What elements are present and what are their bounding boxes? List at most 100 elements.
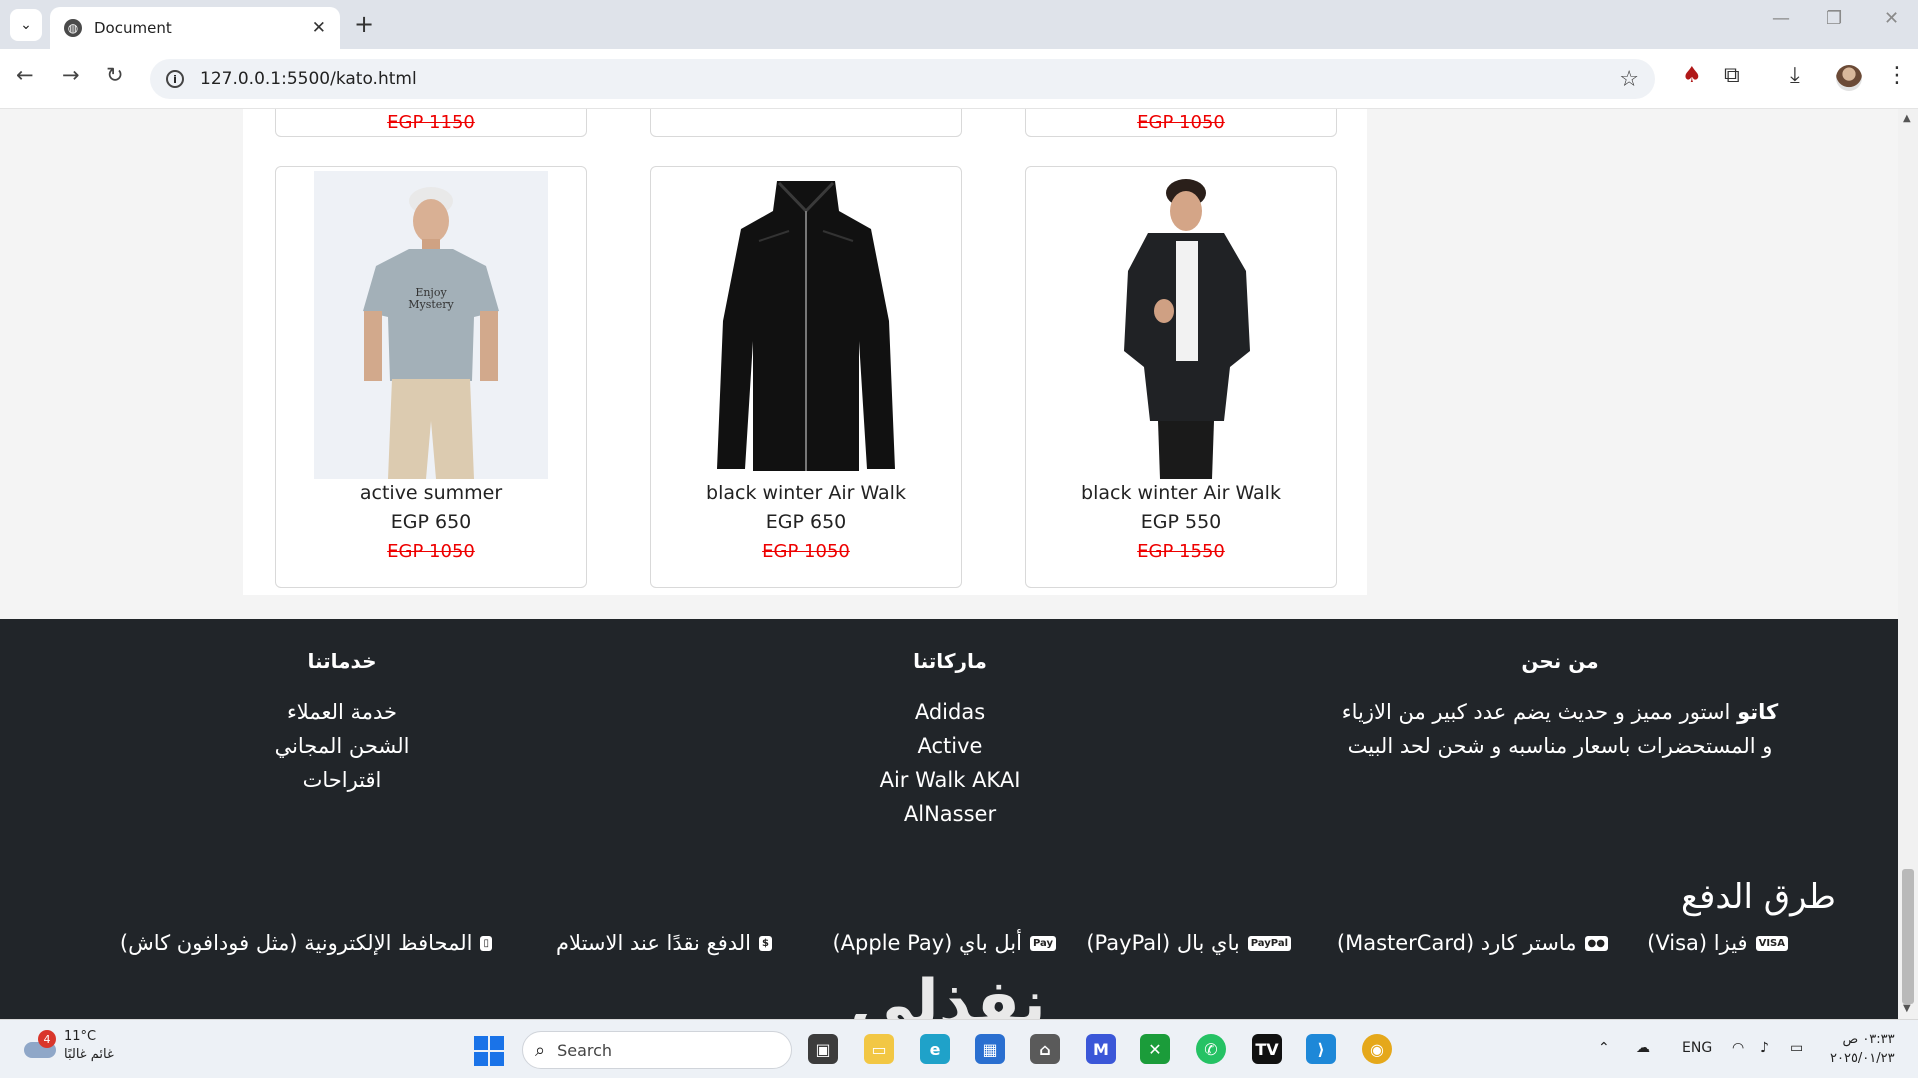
scrollbar-thumb[interactable] [1902, 869, 1914, 1004]
mobile-wallet-icon: ▯ [480, 935, 492, 951]
product-name: active summer [359, 482, 503, 504]
restore-button[interactable]: ❐ [1826, 8, 1842, 29]
bookmark-star-icon[interactable]: ☆ [1619, 67, 1639, 92]
product-card[interactable]: EGP 1050 [1025, 109, 1337, 137]
menu-kebab-icon[interactable]: ⋮ [1886, 63, 1908, 88]
tab-title: Document [94, 19, 172, 37]
download-icon[interactable]: ⤓ [1790, 63, 1800, 88]
product-old-price: EGP 1050 [762, 541, 850, 562]
back-button[interactable]: ← [16, 63, 34, 87]
footer-services: خدماتنا خدمة العملاء الشحن المجاني اقترا… [192, 649, 492, 797]
globe-icon: ◍ [64, 19, 82, 37]
footer-about-line-2: و المستحضرات باسعار مناسبه و شحن لحد الب… [1347, 734, 1773, 758]
close-icon[interactable]: ✕ [312, 18, 326, 38]
footer-about-heading: من نحن [1521, 649, 1599, 673]
weather-temperature: 11°C [64, 1029, 97, 1044]
new-tab-button[interactable]: + [354, 10, 374, 38]
profile-avatar[interactable] [1836, 65, 1862, 91]
brand-name: كاتو [1737, 700, 1779, 724]
url-text[interactable]: 127.0.0.1:5500/kato.html [200, 69, 1619, 89]
payment-label: فيزا (Visa) [1647, 931, 1748, 955]
page-viewport: EGP 1150 EGP 1050 Enjoy Mystery active s… [0, 109, 1898, 1019]
extension-icon[interactable]: ♠ [1682, 63, 1702, 88]
footer-brands: ماركاتنا Adidas Active Air Walk AKAI AlN… [800, 649, 1100, 831]
weather-description: غائم غالبًا [64, 1047, 114, 1062]
minimize-button[interactable]: — [1772, 8, 1790, 29]
brand-link[interactable]: AlNasser [800, 797, 1100, 831]
windows-taskbar: 4 11°C غائم غالبًا ⌕ Search ▣ ▭ e ▦ ⌂ M … [0, 1019, 1918, 1078]
footer-services-heading: خدماتنا [307, 649, 377, 673]
payment-method-paypal: PayPal باي بال (PayPal) [1086, 931, 1291, 955]
product-name: black winter Air Walk [706, 482, 906, 504]
volume-icon[interactable]: ♪ [1760, 1040, 1769, 1056]
tshirt-model-image[interactable]: Enjoy Mystery [314, 171, 548, 479]
product-card[interactable]: black winter Air Walk EGP 650 EGP 1050 [650, 166, 962, 588]
tab-search-button[interactable]: ⌄ [10, 9, 42, 41]
product-card[interactable] [650, 109, 962, 137]
browser-toolbar: ← → ↻ i 127.0.0.1:5500/kato.html ☆ ♠ ⧉ ⤓… [0, 49, 1918, 109]
payment-method-mastercard: ●● ماستر كارد (MasterCard) [1337, 931, 1608, 955]
file-explorer-icon[interactable]: ▭ [864, 1034, 894, 1064]
product-card[interactable]: EGP 1150 [275, 109, 587, 137]
close-window-button[interactable]: ✕ [1884, 8, 1899, 29]
edge-browser-icon[interactable]: e [920, 1034, 950, 1064]
battery-icon[interactable]: ▭ [1790, 1040, 1803, 1056]
address-bar[interactable]: i 127.0.0.1:5500/kato.html ☆ [150, 59, 1655, 99]
product-card[interactable]: Enjoy Mystery active summer EGP 650 EGP … [275, 166, 587, 588]
service-link[interactable]: خدمة العملاء [192, 695, 492, 729]
system-clock[interactable]: ٠٣:٣٣ ص ٢٠٢٥/٠١/٢٣ [1830, 1030, 1895, 1068]
payment-method-mobile-wallet: ▯ المحافظ الإلكترونية (مثل فودافون كاش) [120, 931, 492, 955]
chrome-icon[interactable]: ◉ [1362, 1034, 1392, 1064]
forward-button[interactable]: → [62, 63, 80, 87]
task-view-icon[interactable]: ▣ [808, 1034, 838, 1064]
product-card[interactable]: black winter Air Walk EGP 550 EGP 1550 [1025, 166, 1337, 588]
mastercard-icon: ●● [1584, 935, 1608, 951]
start-button[interactable] [474, 1036, 504, 1066]
store-icon[interactable]: ▦ [975, 1034, 1005, 1064]
app-m-icon[interactable]: M [1086, 1034, 1116, 1064]
product-old-price: EGP 1550 [1137, 541, 1225, 562]
taskbar-search[interactable]: ⌕ Search [522, 1031, 792, 1069]
product-price: EGP 550 [1140, 511, 1222, 533]
paypal-icon: PayPal [1247, 935, 1291, 951]
browser-tab-strip: ⌄ ◍ Document ✕ + — ❐ ✕ [0, 0, 1918, 49]
weather-widget[interactable]: 4 11°C غائم غالبًا [22, 1028, 114, 1064]
product-name: black winter Air Walk [1081, 482, 1281, 504]
chevron-down-icon: ⌄ [20, 17, 32, 33]
payment-methods-title: طرق الدفع [1680, 877, 1836, 917]
chevron-up-icon[interactable]: ⌃ [1598, 1040, 1610, 1056]
extensions-puzzle-icon[interactable]: ⧉ [1724, 63, 1740, 88]
onedrive-icon[interactable]: ☁ [1636, 1040, 1650, 1056]
service-link[interactable]: الشحن المجاني [192, 729, 492, 763]
brand-link[interactable]: Adidas [800, 695, 1100, 729]
clock-time: ٠٣:٣٣ ص [1842, 1032, 1895, 1047]
info-icon[interactable]: i [166, 70, 184, 88]
scroll-up-icon[interactable]: ▲ [1903, 113, 1911, 124]
leather-jacket-image[interactable] [689, 171, 923, 479]
about-text-1: استور مميز و حديث يضم عدد كبير من الازيا… [1341, 700, 1731, 724]
payment-label: الدفع نقدًا عند الاستلام [556, 931, 752, 955]
whatsapp-icon[interactable]: ✆ [1196, 1034, 1226, 1064]
service-link[interactable]: اقتراحات [192, 763, 492, 797]
product-old-price: EGP 1150 [387, 112, 475, 133]
product-old-price: EGP 1050 [387, 541, 475, 562]
reload-button[interactable]: ↻ [106, 63, 124, 87]
brand-link[interactable]: Active [800, 729, 1100, 763]
product-old-price: EGP 1050 [1137, 112, 1225, 133]
product-grid: EGP 1150 EGP 1050 Enjoy Mystery active s… [243, 109, 1367, 595]
xbox-icon[interactable]: ✕ [1140, 1034, 1170, 1064]
brand-link[interactable]: Air Walk AKAI [800, 763, 1100, 797]
tradingview-icon[interactable]: TV [1252, 1034, 1282, 1064]
visa-icon: VISA [1755, 935, 1788, 951]
vscode-icon[interactable]: ⟩ [1306, 1034, 1336, 1064]
notification-badge: 4 [38, 1030, 56, 1048]
language-indicator[interactable]: ENG [1682, 1040, 1712, 1056]
app-icon[interactable]: ⌂ [1030, 1034, 1060, 1064]
search-icon: ⌕ [535, 1039, 546, 1061]
winter-jacket-model-image[interactable] [1064, 171, 1298, 479]
scroll-down-icon[interactable]: ▼ [1903, 1003, 1911, 1014]
payment-method-visa: VISA فيزا (Visa) [1647, 931, 1788, 955]
wifi-icon[interactable]: ◠ [1732, 1040, 1744, 1056]
browser-tab[interactable]: ◍ Document ✕ [50, 7, 340, 49]
page-scrollbar[interactable]: ▲ ▼ [1898, 109, 1918, 1019]
